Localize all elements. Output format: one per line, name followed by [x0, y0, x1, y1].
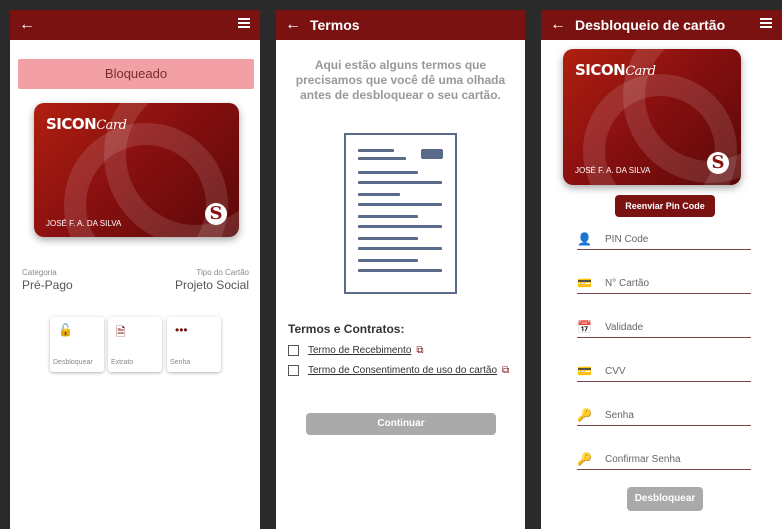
- back-arrow-icon[interactable]: ←: [276, 16, 310, 34]
- external-link-icon[interactable]: ⧉: [502, 365, 509, 376]
- term-checkbox[interactable]: [288, 345, 299, 356]
- card-holder-name: JOSÉ F. A. DA SILVA: [46, 219, 122, 228]
- card-type-block: Tipo do Cartão Projeto Social: [175, 268, 249, 292]
- term-link[interactable]: Termo de Consentimento de uso do cartão: [308, 365, 497, 376]
- terms-section-title: Termos e Contratos:: [288, 322, 405, 336]
- app-bar: ← Desbloqueio de cartão: [541, 10, 782, 40]
- back-arrow-icon[interactable]: ←: [541, 16, 575, 34]
- dots-icon: •••: [175, 323, 188, 337]
- unlock-tile[interactable]: 🔓 Desbloquear: [50, 317, 104, 372]
- unlock-button[interactable]: Desbloquear: [627, 487, 703, 511]
- password-field[interactable]: 🔑 Senha: [577, 405, 751, 426]
- field-placeholder: Validade: [605, 321, 644, 333]
- external-link-icon[interactable]: ⧉: [416, 345, 423, 356]
- page-title: Desbloqueio de cartão: [575, 17, 726, 33]
- statement-tile[interactable]: 🗎 Extrato: [108, 317, 162, 372]
- resend-pin-button[interactable]: Reenviar Pin Code: [615, 195, 715, 217]
- menu-icon[interactable]: [760, 18, 772, 28]
- card-brand-logo: SICONCard: [46, 115, 127, 133]
- intro-text: Aqui estão alguns termos que precisamos …: [295, 58, 506, 102]
- expiry-field[interactable]: 📅 Validade: [577, 317, 751, 338]
- term-item[interactable]: Termo de Consentimento de uso do cartão …: [288, 365, 509, 376]
- status-banner: Bloqueado: [18, 59, 254, 89]
- app-bar: ← Termos: [276, 10, 525, 40]
- page-title: Termos: [310, 17, 360, 33]
- tile-label: Desbloquear: [53, 359, 93, 366]
- term-checkbox[interactable]: [288, 365, 299, 376]
- field-placeholder: PIN Code: [605, 233, 649, 245]
- card-icon: 💳: [577, 276, 592, 290]
- pin-code-field[interactable]: 👤 PIN Code: [577, 229, 751, 250]
- field-placeholder: Senha: [605, 409, 634, 421]
- term-link[interactable]: Termo de Recebimento: [308, 345, 411, 356]
- document-icon: 🗎: [116, 325, 126, 339]
- confirm-password-field[interactable]: 🔑 Confirmar Senha: [577, 449, 751, 470]
- calendar-icon: 📅: [577, 320, 592, 334]
- card-brand-logo: SICONCard: [575, 61, 656, 79]
- terms-screen: ← Termos Aqui estão alguns termos que pr…: [276, 10, 525, 529]
- card-type-label: Tipo do Cartão: [196, 268, 249, 277]
- term-item[interactable]: Termo de Recebimento ⧉: [288, 345, 424, 356]
- document-illustration-icon: [344, 133, 457, 294]
- field-placeholder: N° Cartão: [605, 277, 650, 289]
- field-placeholder: CVV: [605, 365, 626, 377]
- card-type-value: Projeto Social: [174, 278, 249, 292]
- category-block: Categoria Pré-Pago: [22, 268, 73, 292]
- cvv-field[interactable]: 💳 CVV: [577, 361, 751, 382]
- category-label: Categoria: [22, 268, 57, 277]
- unlock-card-screen: ← Desbloqueio de cartão SICONCard JOSÉ F…: [541, 10, 782, 529]
- menu-icon[interactable]: [238, 18, 250, 28]
- person-key-icon: 👤: [577, 232, 592, 246]
- lock-icon: 🔓: [58, 323, 73, 337]
- continue-button[interactable]: Continuar: [306, 413, 496, 435]
- back-arrow-icon[interactable]: ←: [10, 16, 44, 34]
- key-icon: 🔑: [577, 452, 592, 466]
- key-icon: 🔑: [577, 408, 592, 422]
- tile-label: Senha: [170, 359, 191, 366]
- app-bar: ←: [10, 10, 260, 40]
- credit-card: SICONCard JOSÉ F. A. DA SILVA S: [34, 103, 239, 237]
- credit-card: SICONCard JOSÉ F. A. DA SILVA S: [563, 49, 741, 185]
- card-details-screen: ← Bloqueado SICONCard JOSÉ F. A. DA SILV…: [10, 10, 260, 529]
- card-holder-name: JOSÉ F. A. DA SILVA: [575, 166, 651, 175]
- card-icon: 💳: [577, 364, 592, 378]
- password-tile[interactable]: ••• Senha: [167, 317, 221, 372]
- s-logo-icon: S: [707, 152, 729, 174]
- field-placeholder: Confirmar Senha: [605, 453, 681, 465]
- category-value: Pré-Pago: [22, 278, 73, 292]
- s-logo-icon: S: [205, 203, 227, 225]
- card-number-field[interactable]: 💳 N° Cartão: [577, 273, 751, 294]
- tile-label: Extrato: [111, 359, 134, 366]
